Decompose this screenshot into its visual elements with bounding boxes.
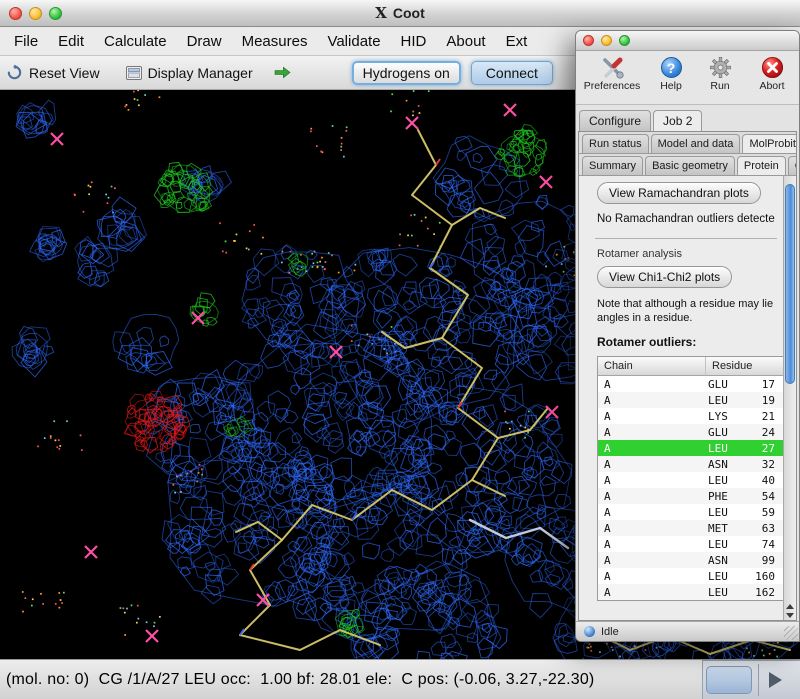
table-row[interactable]: ALEU27 bbox=[598, 440, 783, 456]
help-button[interactable]: ? Help bbox=[652, 55, 690, 92]
dialog-titlebar[interactable] bbox=[576, 31, 799, 51]
table-row[interactable]: APHE54 bbox=[598, 488, 783, 504]
table-row[interactable]: ALEU59 bbox=[598, 504, 783, 520]
dialog-scrollbar[interactable] bbox=[783, 176, 796, 620]
abort-label: Abort bbox=[759, 80, 784, 92]
table-row[interactable]: AASN32 bbox=[598, 456, 783, 472]
scrollbar-thumb[interactable] bbox=[706, 666, 752, 694]
rotamer-outliers-table: Chain Residue AGLU17ALEU19ALYS21AGLU24AL… bbox=[597, 356, 783, 601]
statusbar: (mol. no: 0) CG /1/A/27 LEU occ: 1.00 bf… bbox=[0, 659, 800, 699]
window-title-text: Coot bbox=[393, 5, 425, 21]
reset-view-button[interactable]: Reset View bbox=[29, 65, 100, 81]
window-title: X Coot bbox=[0, 0, 800, 27]
rotamer-note: Note that although a residue may lie ang… bbox=[597, 297, 783, 325]
tab-configure[interactable]: Configure bbox=[579, 110, 651, 131]
molprobity-tabs: Summary Basic geometry Protein C bbox=[579, 154, 796, 176]
tab-run-status[interactable]: Run status bbox=[582, 134, 649, 153]
validation-dialog: Preferences ? Help bbox=[575, 30, 800, 642]
preferences-button[interactable]: Preferences bbox=[580, 55, 644, 92]
dialog-minimize-button[interactable] bbox=[601, 35, 612, 46]
run-button[interactable]: Run bbox=[698, 55, 742, 92]
go-arrow-icon[interactable] bbox=[273, 66, 292, 79]
hydrogens-toggle[interactable]: Hydrogens on bbox=[352, 61, 461, 85]
tab-protein[interactable]: Protein bbox=[737, 156, 786, 175]
display-manager-button[interactable]: Display Manager bbox=[148, 65, 253, 81]
ramachandran-result: No Ramachandran outliers detecte bbox=[597, 213, 783, 225]
divider bbox=[758, 664, 759, 696]
dialog-zoom-button[interactable] bbox=[619, 35, 630, 46]
help-icon: ? bbox=[661, 55, 682, 80]
view-ramachandran-button[interactable]: View Ramachandran plots bbox=[597, 182, 761, 204]
job-notebook: Run status Model and data MolProbit Summ… bbox=[578, 131, 797, 621]
tab-c[interactable]: C bbox=[788, 156, 796, 175]
scroll-down-icon[interactable] bbox=[786, 613, 794, 618]
rotamer-section-title: Rotamer analysis bbox=[597, 248, 783, 260]
table-row[interactable]: ALEU19 bbox=[598, 392, 783, 408]
resize-grip[interactable] bbox=[784, 626, 798, 640]
preferences-icon bbox=[600, 55, 624, 80]
job-tabs: Configure Job 2 bbox=[576, 105, 799, 131]
table-row[interactable]: AGLU24 bbox=[598, 424, 783, 440]
abort-icon bbox=[761, 55, 784, 80]
table-row[interactable]: AASN99 bbox=[598, 552, 783, 568]
table-row[interactable]: AGLU17 bbox=[598, 376, 783, 392]
protein-validation-panel: View Ramachandran plots No Ramachandran … bbox=[579, 176, 783, 620]
table-row[interactable]: ALEU160 bbox=[598, 568, 783, 584]
menu-calculate[interactable]: Calculate bbox=[94, 27, 177, 56]
reset-view-icon bbox=[6, 64, 23, 81]
menu-file[interactable]: File bbox=[4, 27, 48, 56]
table-row[interactable]: ALYS21 bbox=[598, 408, 783, 424]
table-row[interactable]: ALEU162 bbox=[598, 584, 783, 600]
menu-measures[interactable]: Measures bbox=[232, 27, 318, 56]
rotamer-note-line2: angles in a residue. bbox=[597, 311, 783, 325]
tab-job-2[interactable]: Job 2 bbox=[653, 110, 702, 131]
dialog-close-button[interactable] bbox=[583, 35, 594, 46]
table-header: Chain Residue bbox=[598, 357, 783, 376]
tab-molprobity[interactable]: MolProbit bbox=[742, 134, 796, 153]
table-row[interactable]: ALEU40 bbox=[598, 472, 783, 488]
dialog-statusbar: Idle bbox=[576, 621, 799, 641]
console-scrollbar[interactable] bbox=[702, 660, 800, 699]
table-row[interactable]: ALEU74 bbox=[598, 536, 783, 552]
help-label: Help bbox=[660, 80, 682, 92]
x11-icon: X bbox=[375, 4, 387, 22]
tab-basic-geometry[interactable]: Basic geometry bbox=[645, 156, 735, 175]
titlebar[interactable]: X Coot bbox=[0, 0, 800, 27]
dialog-status-text: Idle bbox=[601, 626, 619, 638]
rotamer-outliers-label: Rotamer outliers: bbox=[597, 335, 783, 349]
menu-validate[interactable]: Validate bbox=[317, 27, 390, 56]
display-manager-icon bbox=[126, 66, 142, 80]
preferences-label: Preferences bbox=[584, 80, 641, 92]
status-sphere-icon bbox=[584, 626, 595, 637]
result-tabs: Run status Model and data MolProbit bbox=[579, 132, 796, 154]
status-text: (mol. no: 0) CG /1/A/27 LEU occ: 1.00 bf… bbox=[6, 671, 594, 688]
scrollbar-thumb[interactable] bbox=[785, 184, 795, 384]
table-body: AGLU17ALEU19ALYS21AGLU24ALEU27AASN32ALEU… bbox=[598, 376, 783, 600]
menu-hid[interactable]: HID bbox=[391, 27, 437, 56]
run-label: Run bbox=[710, 80, 729, 92]
menu-draw[interactable]: Draw bbox=[177, 27, 232, 56]
table-row[interactable]: AMET63 bbox=[598, 520, 783, 536]
scrollbar-arrows bbox=[784, 604, 796, 618]
tab-summary[interactable]: Summary bbox=[582, 156, 643, 175]
rotamer-note-line1: Note that although a residue may lie bbox=[597, 297, 783, 311]
menu-edit[interactable]: Edit bbox=[48, 27, 94, 56]
tab-model-and-data[interactable]: Model and data bbox=[651, 134, 741, 153]
menu-extensions[interactable]: Ext bbox=[496, 27, 538, 56]
dialog-toolbar: Preferences ? Help bbox=[576, 51, 799, 105]
run-gear-icon bbox=[709, 55, 732, 80]
coot-application: XCoot File Edit Calculate Draw Measures … bbox=[0, 0, 800, 699]
menu-about[interactable]: About bbox=[436, 27, 495, 56]
separator bbox=[595, 238, 777, 239]
scroll-up-icon[interactable] bbox=[786, 604, 794, 609]
column-header-residue[interactable]: Residue bbox=[706, 357, 783, 376]
scroll-right-icon[interactable] bbox=[769, 672, 782, 688]
abort-button[interactable]: Abort bbox=[750, 55, 794, 92]
column-header-chain[interactable]: Chain bbox=[598, 357, 706, 376]
view-chi-plots-button[interactable]: View Chi1-Chi2 plots bbox=[597, 266, 732, 288]
connect-button[interactable]: Connect bbox=[471, 61, 553, 85]
